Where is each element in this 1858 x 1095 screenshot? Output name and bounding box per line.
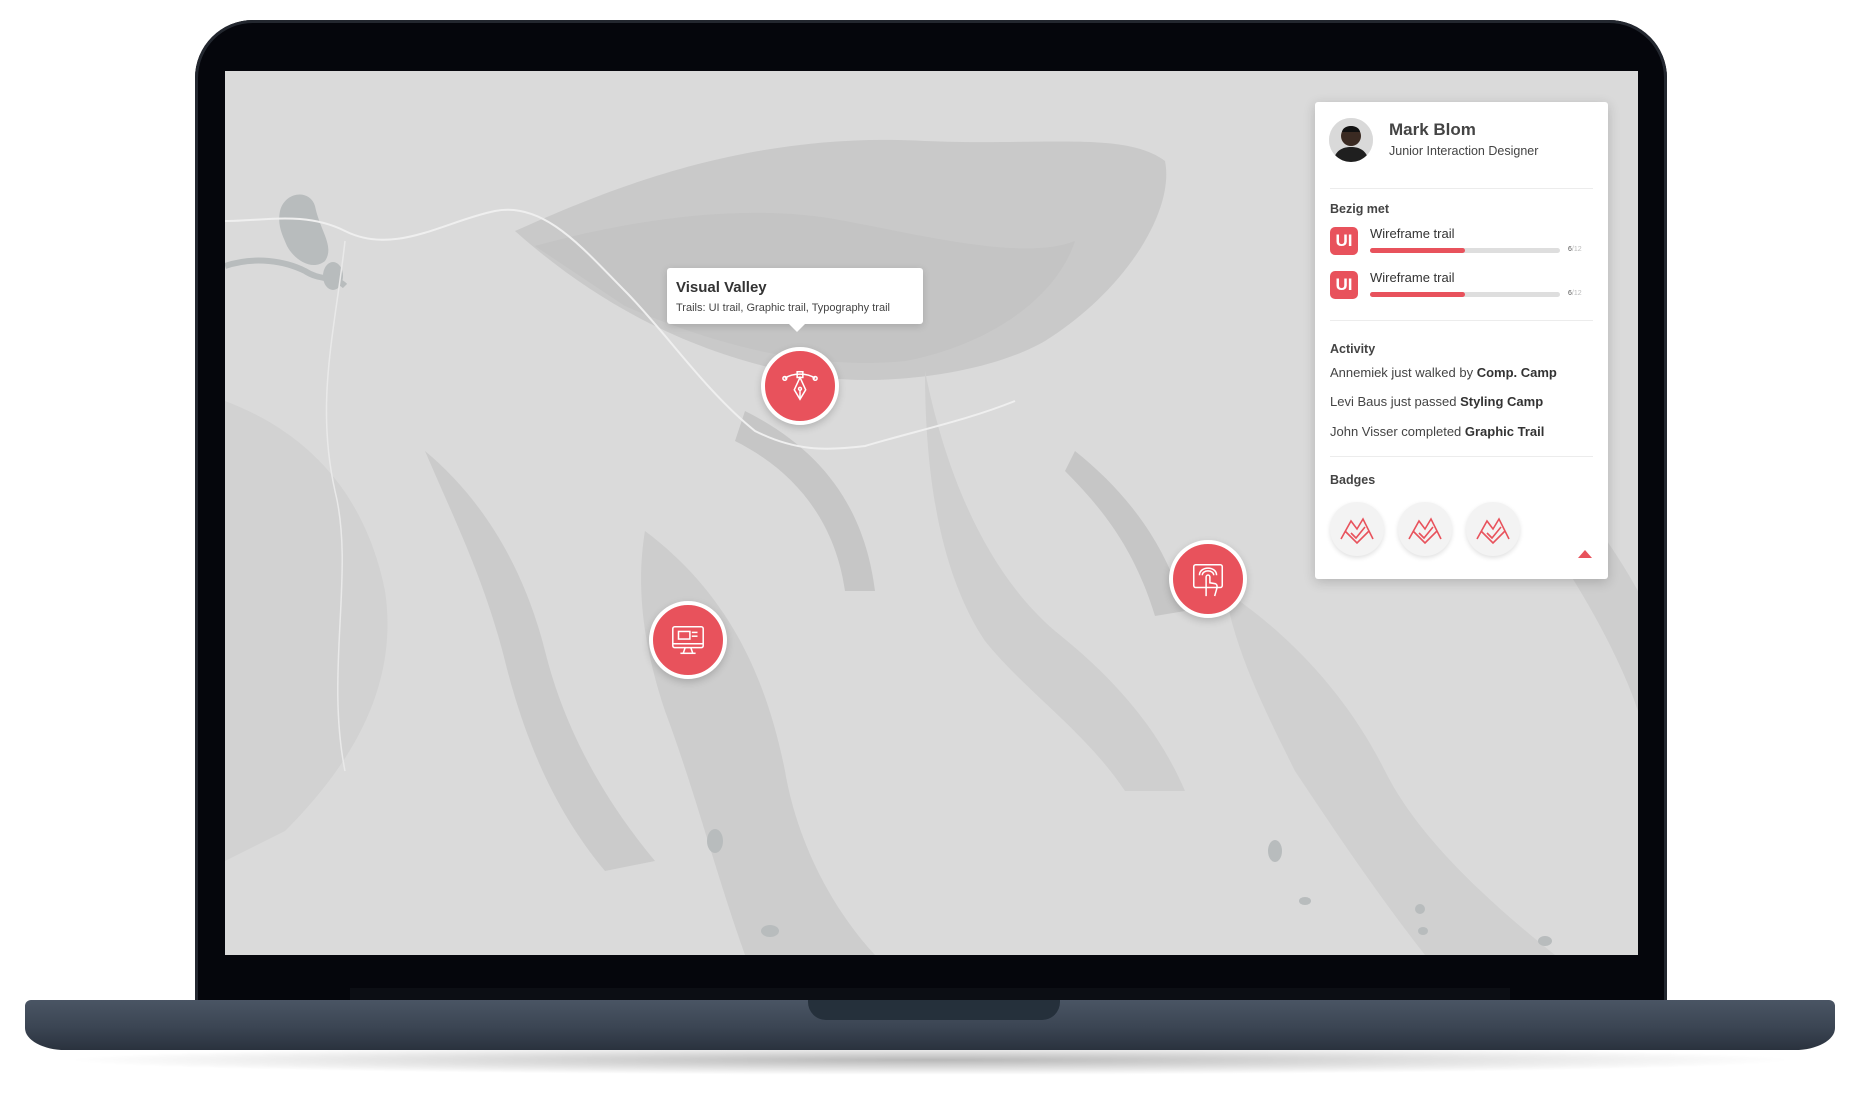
location-tooltip: Visual Valley Trails: UI trail, Graphic … xyxy=(667,268,923,332)
activity-location[interactable]: Styling Camp xyxy=(1460,394,1543,409)
touch-screen-icon xyxy=(1192,563,1224,597)
laptop-notch xyxy=(808,1000,1060,1020)
activity-text: Annemiek just walked by xyxy=(1330,365,1477,380)
mountain-check-icon xyxy=(1476,517,1510,545)
trail-name[interactable]: Wireframe trail xyxy=(1370,270,1455,285)
trail-progress-count: 6/12 xyxy=(1568,246,1582,253)
mountain-check-icon xyxy=(1340,517,1374,545)
monitor-icon xyxy=(672,625,704,655)
user-name: Mark Blom xyxy=(1389,120,1476,139)
busy-title: Bezig met xyxy=(1330,202,1390,216)
screen: Visual Valley Trails: UI trail, Graphic … xyxy=(225,71,1638,955)
touch-marker[interactable] xyxy=(1169,540,1247,618)
user-role: Junior Interaction Designer xyxy=(1389,144,1539,158)
trail-badge: UI xyxy=(1330,227,1358,255)
trail-progress-fill xyxy=(1370,292,1465,297)
activity-item: Annemiek just walked by Comp. Camp xyxy=(1330,365,1557,380)
badge[interactable] xyxy=(1466,502,1520,556)
visual-valley-marker[interactable] xyxy=(761,347,839,425)
tooltip-title: Visual Valley xyxy=(676,279,767,296)
trail-name[interactable]: Wireframe trail xyxy=(1370,226,1455,241)
activity-title: Activity xyxy=(1330,342,1376,356)
activity-location[interactable]: Comp. Camp xyxy=(1477,365,1557,380)
trail-progress-total: /12 xyxy=(1571,246,1582,253)
activity-location[interactable]: Graphic Trail xyxy=(1465,424,1544,439)
trail-badge: UI xyxy=(1330,271,1358,299)
tooltip-subtitle: Trails: UI trail, Graphic trail, Typogra… xyxy=(676,302,890,314)
avatar[interactable] xyxy=(1329,118,1373,162)
laptop-bezel xyxy=(350,988,1510,1000)
trail-progress-bar xyxy=(1370,248,1560,253)
trail-progress-bar xyxy=(1370,292,1560,297)
activity-text: John Visser completed xyxy=(1330,424,1465,439)
badges-title: Badges xyxy=(1330,473,1376,487)
collapse-arrow-icon[interactable] xyxy=(1578,550,1592,558)
divider xyxy=(1330,456,1593,457)
screen-marker[interactable] xyxy=(649,601,727,679)
activity-item: John Visser completed Graphic Trail xyxy=(1330,424,1544,439)
user-avatar-icon xyxy=(1329,118,1373,162)
profile-panel: Mark Blom Junior Interaction Designer Be… xyxy=(1315,102,1608,579)
trail-progress-total: /12 xyxy=(1571,290,1582,297)
badge[interactable] xyxy=(1398,502,1452,556)
divider xyxy=(1330,320,1593,321)
activity-item: Levi Baus just passed Styling Camp xyxy=(1330,394,1543,409)
badge[interactable] xyxy=(1330,502,1384,556)
activity-text: Levi Baus just passed xyxy=(1330,394,1461,409)
mountain-check-icon xyxy=(1408,517,1442,545)
trail-progress-fill xyxy=(1370,248,1465,253)
pen-tool-icon xyxy=(782,370,818,401)
divider xyxy=(1330,188,1593,189)
trail-progress-count: 6/12 xyxy=(1568,290,1582,297)
